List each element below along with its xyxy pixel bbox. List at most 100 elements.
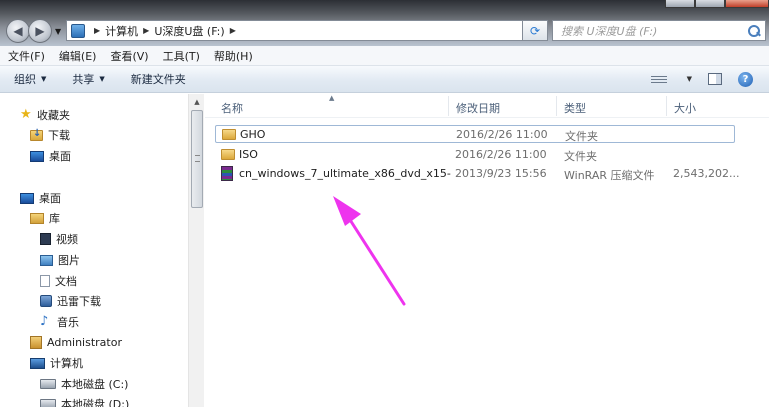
nav-desktop-favorite[interactable]: 桌面 [30,147,71,165]
nav-documents[interactable]: 文档 [40,272,77,290]
nav-libraries-label: 库 [49,212,60,225]
column-headers: ▲ 名称 修改日期 类型 大小 [205,94,769,118]
nav-disk-c[interactable]: 本地磁盘 (C:) [40,375,128,393]
search-box[interactable]: 搜索 U深度U盘 (F:) [552,20,766,41]
new-folder-button[interactable]: 新建文件夹 [131,71,186,87]
view-options-dropdown-icon[interactable]: ▼ [687,75,692,83]
breadcrumb-separator-icon[interactable]: ▶ [94,26,100,35]
nav-favorites[interactable]: ★ 收藏夹 [20,106,70,124]
column-header-type[interactable]: 类型 [564,100,586,116]
scroll-up-icon[interactable]: ▲ [189,94,205,110]
nav-downloads[interactable]: 下载 [30,126,70,144]
file-size: 2,543,202... [673,167,740,180]
hard-disk-icon [40,399,56,407]
maximize-button[interactable] [695,0,725,8]
window-title-bar: ◀ ▶ ▼ ▶ 计算机 ▶ U深度U盘 (F:) ▶ ▼ ⟳ 搜索 U深度U盘 … [0,0,769,46]
navigation-pane: ★ 收藏夹 下载 桌面 桌面 库 视频 图片 文档 迅雷下载 ♪ 音乐 Admi… [0,94,204,407]
organize-button[interactable]: 组织 ▼ [14,71,46,87]
view-controls: ▼ ? [650,71,769,87]
desktop-icon [30,150,44,162]
address-bar[interactable]: ▶ 计算机 ▶ U深度U盘 (F:) ▶ ▼ [66,20,546,41]
menu-edit[interactable]: 编辑(E) [59,48,97,64]
search-icon[interactable] [748,24,760,37]
refresh-icon: ⟳ [529,23,541,38]
nav-music[interactable]: ♪ 音乐 [40,313,79,331]
video-icon [40,233,51,245]
user-folder-icon [30,335,42,349]
nav-pictures[interactable]: 图片 [40,251,80,269]
hard-disk-icon [40,379,56,389]
nav-disk-d-label: 本地磁盘 (D:) [61,398,130,407]
new-folder-label: 新建文件夹 [130,73,186,86]
library-icon [30,212,44,224]
column-header-size[interactable]: 大小 [674,100,696,116]
preview-pane-icon[interactable] [708,73,722,85]
nav-desktop[interactable]: 桌面 [20,189,61,207]
document-icon [40,275,50,287]
menu-help[interactable]: 帮助(H) [214,48,253,64]
nav-favorites-label: 收藏夹 [37,109,70,122]
nav-downloads-label: 下载 [48,129,70,142]
scrollbar-thumb[interactable] [191,110,203,208]
column-header-date[interactable]: 修改日期 [456,100,500,116]
nav-disk-d[interactable]: 本地磁盘 (D:) [40,395,129,407]
nav-disk-c-label: 本地磁盘 (C:) [61,378,129,391]
pictures-icon [40,254,53,266]
thunder-download-icon [40,295,52,307]
folder-icon [221,149,235,160]
file-date: 2013/9/23 15:56 [455,167,547,180]
breadcrumb-computer[interactable]: 计算机 [105,23,138,39]
file-row-gho[interactable]: GHO 2016/2/26 11:00 文件夹 [215,125,735,143]
file-type: WinRAR 压缩文件 [564,169,655,182]
nav-videos[interactable]: 视频 [40,230,78,248]
nav-documents-label: 文档 [55,275,77,288]
column-header-name[interactable]: 名称 [221,100,243,116]
file-row-windows-archive[interactable]: cn_windows_7_ultimate_x86_dvd_x15-... 20… [215,165,739,183]
forward-button[interactable]: ▶ [28,19,52,43]
nav-thunder-downloads[interactable]: 迅雷下载 [40,292,101,310]
file-name: ISO [239,148,258,161]
window-controls [665,0,769,8]
search-placeholder: 搜索 U深度U盘 (F:) [561,24,658,38]
forward-arrow-icon: ▶ [35,24,45,38]
menu-view[interactable]: 查看(V) [110,48,148,64]
breadcrumb-drive[interactable]: U深度U盘 (F:) [154,23,224,39]
breadcrumb-separator-icon[interactable]: ▶ [230,26,236,35]
sort-ascending-icon: ▲ [329,94,335,102]
breadcrumb-separator-icon[interactable]: ▶ [143,26,149,35]
computer-icon [30,357,45,369]
recent-pages-dropdown-icon[interactable]: ▼ [55,27,61,36]
organize-label: 组织 [14,73,36,86]
nav-desktop-label: 桌面 [39,192,61,205]
share-button[interactable]: 共享 ▼ [72,71,104,87]
minimize-button[interactable] [665,0,695,8]
menu-file[interactable]: 文件(F) [8,48,45,64]
close-button[interactable] [725,0,769,8]
refresh-button[interactable]: ⟳ [522,20,548,41]
file-date: 2016/2/26 11:00 [455,148,547,161]
navigation-scrollbar[interactable]: ▲ [188,94,204,407]
star-icon: ★ [20,107,32,122]
nav-user-folder[interactable]: Administrator [30,333,122,351]
nav-desktop-favorite-label: 桌面 [49,150,71,163]
nav-computer[interactable]: 计算机 [30,354,83,372]
change-view-icon[interactable] [650,73,667,85]
folder-icon [222,129,236,140]
file-list: ▲ 名称 修改日期 类型 大小 GHO 2016/2/26 11:00 文件夹 … [205,94,769,407]
nav-pictures-label: 图片 [58,254,80,267]
nav-music-label: 音乐 [57,316,79,329]
menu-tools[interactable]: 工具(T) [163,48,200,64]
chevron-down-icon: ▼ [99,75,105,83]
file-row-iso[interactable]: ISO 2016/2/26 11:00 文件夹 [215,146,735,164]
menu-bar: 文件(F) 编辑(E) 查看(V) 工具(T) 帮助(H) [0,46,769,66]
file-date: 2016/2/26 11:00 [456,128,548,141]
back-button[interactable]: ◀ [6,19,30,43]
nav-libraries[interactable]: 库 [30,209,60,227]
desktop-icon [20,192,34,204]
nav-videos-label: 视频 [56,233,78,246]
chevron-down-icon: ▼ [41,75,47,83]
help-icon[interactable]: ? [738,71,753,87]
share-label: 共享 [72,73,95,86]
file-type: 文件夹 [564,150,597,163]
computer-location-icon [71,23,85,38]
